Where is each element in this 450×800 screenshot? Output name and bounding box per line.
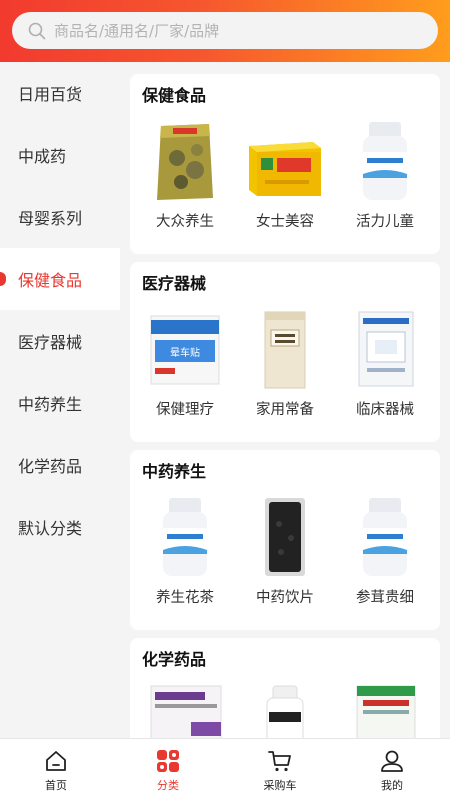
herb-bag-image	[157, 124, 213, 200]
sidebar-item-daily-goods[interactable]: 日用百货	[0, 62, 120, 124]
product-item[interactable]	[135, 682, 235, 738]
sidebar-item-default-category[interactable]: 默认分类	[0, 496, 120, 558]
search-input[interactable]: 商品名/通用名/厂家/品牌	[12, 12, 438, 49]
home-icon	[46, 751, 66, 771]
product-item[interactable]: 参茸贵细	[335, 494, 435, 618]
tab-category[interactable]: 分类	[112, 739, 224, 800]
cart-icon	[268, 751, 291, 772]
sidebar-item-label: 日用百货	[18, 85, 83, 104]
active-indicator	[0, 272, 6, 286]
tab-label: 分类	[157, 779, 179, 792]
sidebar-item-label: 中药养生	[18, 395, 83, 414]
user-icon	[381, 750, 403, 772]
yellow-box-image	[249, 142, 321, 196]
search-icon	[28, 22, 46, 39]
sidebar-item-medical-devices[interactable]: 医疗器械	[0, 310, 120, 372]
tab-profile[interactable]: 我的	[336, 739, 448, 800]
product-label: 家用常备	[256, 402, 314, 418]
section-title: 医疗器械	[142, 274, 207, 293]
product-item[interactable]	[335, 682, 435, 738]
category-icon	[157, 750, 179, 772]
dressing-pack-image	[358, 311, 414, 387]
medicine-box-image	[150, 685, 222, 738]
sidebar-item-maternal-baby[interactable]: 母婴系列	[0, 186, 120, 248]
product-label: 中药饮片	[256, 590, 314, 606]
product-item[interactable]: 家用常备	[235, 306, 335, 430]
section-title: 中药养生	[142, 462, 207, 481]
patch-box-image: 晕车贴	[150, 315, 220, 385]
paper-pack-image	[264, 311, 306, 389]
product-item[interactable]: 大众养生	[135, 118, 235, 242]
product-item[interactable]	[235, 682, 335, 738]
product-item[interactable]: 晕车贴 保健理疗	[135, 306, 235, 430]
product-item[interactable]: 临床器械	[335, 306, 435, 430]
product-item[interactable]: 女士美容	[235, 118, 335, 242]
sidebar-item-health-food[interactable]: 保健食品	[0, 248, 120, 310]
product-label: 养生花茶	[156, 590, 214, 606]
svg-text:晕车贴: 晕车贴	[170, 346, 200, 359]
green-medicine-box-image	[356, 685, 416, 738]
tab-label: 采购车	[263, 779, 297, 792]
section-title: 保健食品	[142, 86, 207, 105]
search-placeholder: 商品名/通用名/厂家/品牌	[54, 22, 220, 40]
product-item[interactable]: 养生花茶	[135, 494, 235, 618]
sidebar-item-label: 保健食品	[18, 271, 83, 290]
product-item[interactable]: 活力儿童	[335, 118, 435, 242]
sidebar-item-chinese-patent-medicine[interactable]: 中成药	[0, 124, 120, 186]
bottom-tab-bar: 首页 分类 采购车 我的	[0, 738, 450, 800]
category-sidebar: 日用百货 中成药 母婴系列 保健食品 医疗器械 中药养生 化学药品 默认分类	[0, 62, 120, 738]
pill-bottle-image	[363, 498, 407, 576]
section-card-health-food: 保健食品 大众养生 女士美容 活力儿童	[130, 74, 440, 254]
header-bar: 商品名/通用名/厂家/品牌	[0, 0, 450, 62]
sidebar-item-label: 默认分类	[18, 519, 83, 538]
section-card-medical-devices: 医疗器械 晕车贴 保健理疗 家用常备 临床器械	[130, 262, 440, 442]
sidebar-item-chemical-drugs[interactable]: 化学药品	[0, 434, 120, 496]
product-label: 保健理疗	[156, 402, 214, 418]
tab-home[interactable]: 首页	[0, 739, 112, 800]
product-label: 参茸贵细	[356, 590, 414, 606]
sidebar-item-label: 母婴系列	[18, 209, 83, 228]
product-label: 女士美容	[256, 214, 314, 230]
pill-bottle-image	[163, 498, 207, 576]
tablet-bottle-image	[266, 685, 304, 738]
product-label: 大众养生	[156, 214, 214, 230]
product-label: 活力儿童	[356, 214, 414, 230]
product-label: 临床器械	[356, 402, 414, 418]
sidebar-item-label: 医疗器械	[18, 333, 83, 352]
sidebar-item-label: 中成药	[18, 147, 67, 166]
sidebar-item-tcm-wellness[interactable]: 中药养生	[0, 372, 120, 434]
product-item[interactable]: 中药饮片	[235, 494, 335, 618]
category-content: 保健食品 大众养生 女士美容 活力儿童 医疗器械 晕车贴 保健理疗 家用常备 临…	[120, 62, 450, 738]
tab-cart[interactable]: 采购车	[224, 739, 336, 800]
tab-label: 首页	[45, 779, 67, 792]
section-card-chemical-drugs: 化学药品	[130, 638, 440, 738]
section-title: 化学药品	[142, 650, 207, 669]
black-herb-bag-image	[265, 498, 305, 576]
section-card-tcm-wellness: 中药养生 养生花茶 中药饮片 参茸贵细	[130, 450, 440, 630]
tab-label: 我的	[381, 779, 403, 792]
pill-bottle-image	[363, 122, 407, 200]
sidebar-item-label: 化学药品	[18, 457, 83, 476]
